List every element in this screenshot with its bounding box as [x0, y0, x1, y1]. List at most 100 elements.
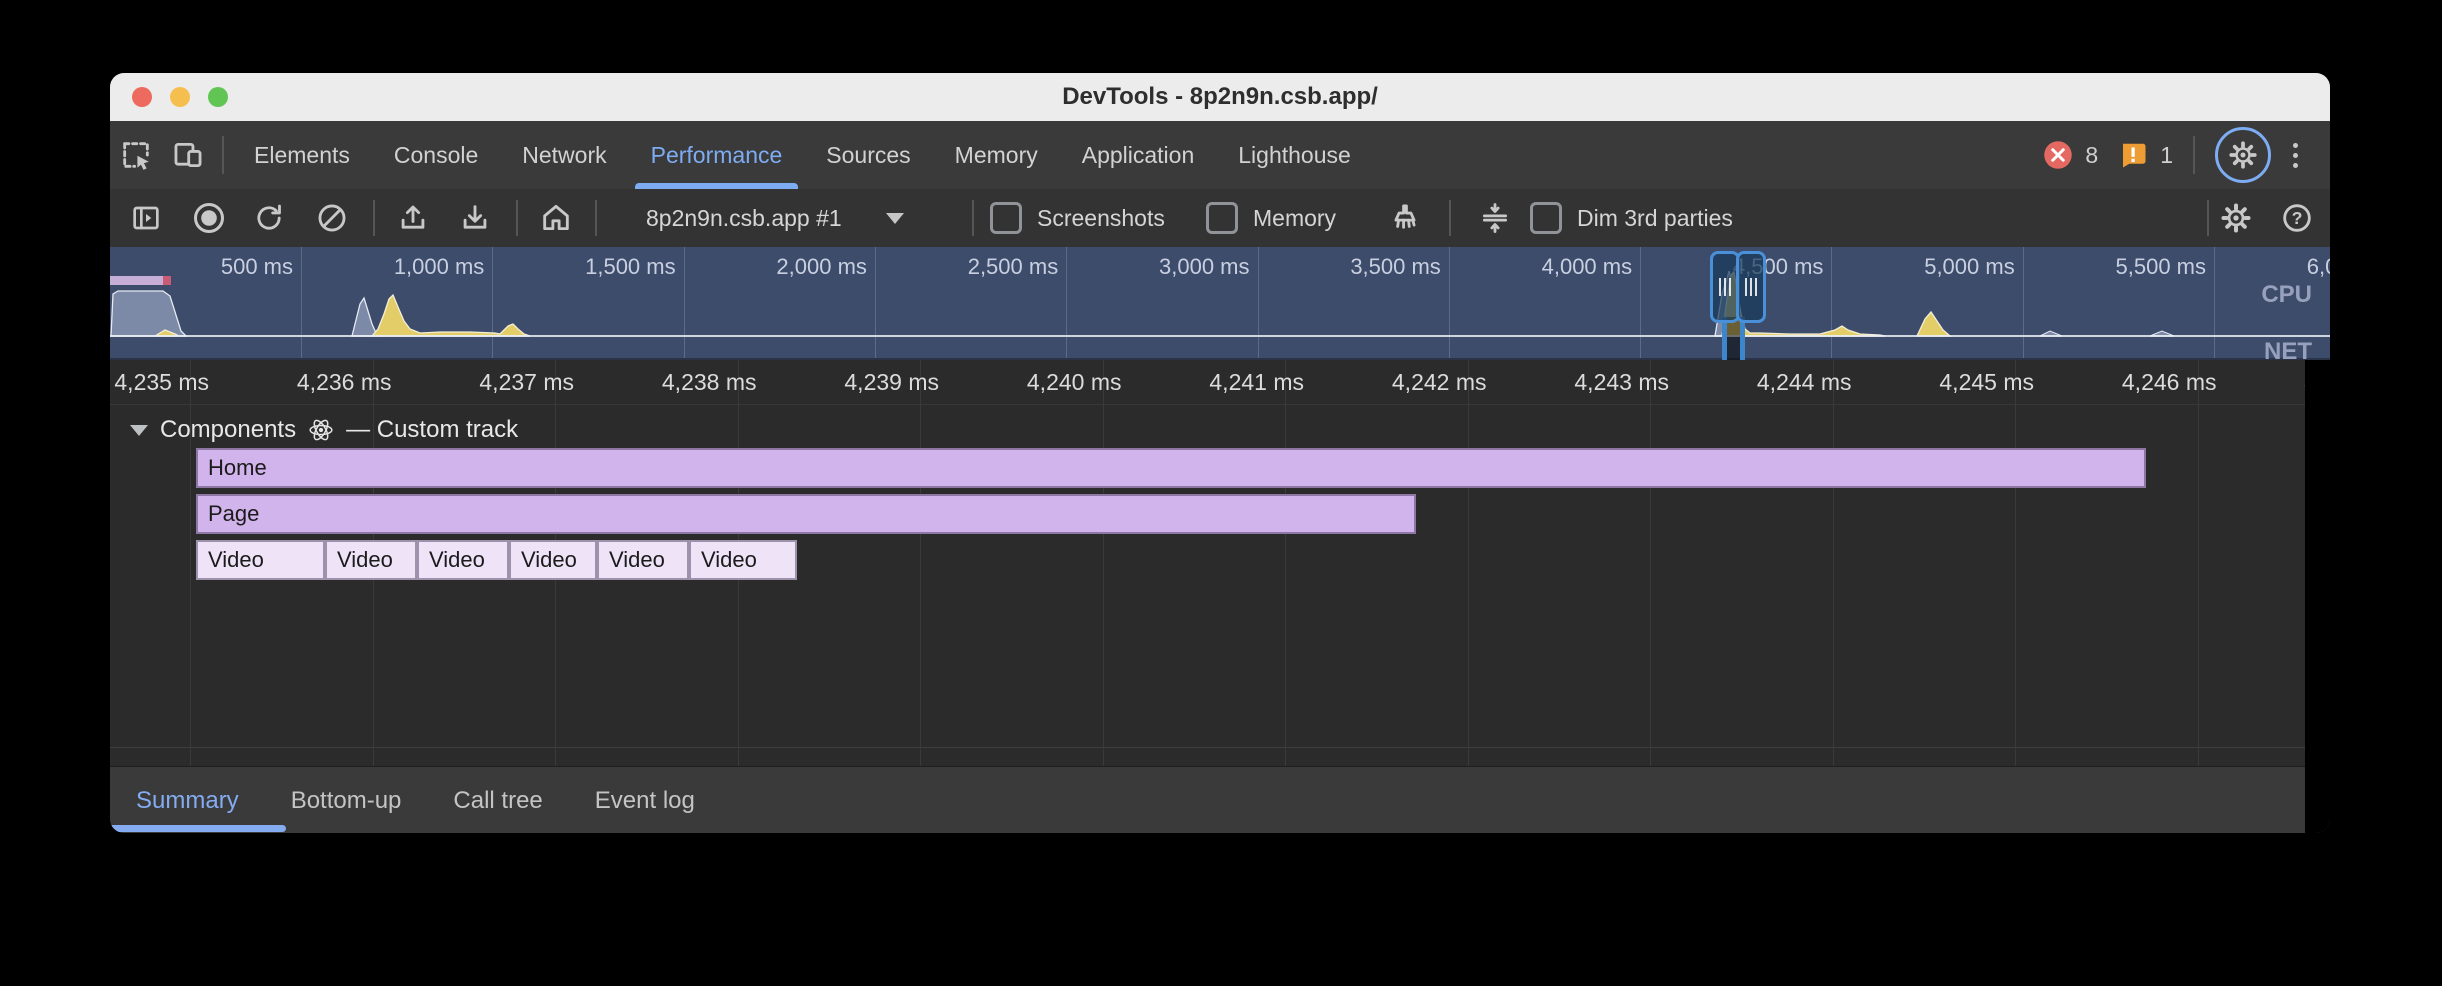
- main-tabs: ElementsConsoleNetworkPerformanceSources…: [232, 121, 1373, 189]
- screenshots-checkbox[interactable]: Screenshots: [990, 189, 1165, 247]
- overview-tick-label: 4,000 ms: [1542, 254, 1633, 280]
- collapse-shortcuts-icon[interactable]: [1473, 196, 1517, 240]
- flame-bar-home[interactable]: Home: [196, 448, 2146, 488]
- divider: [222, 136, 224, 174]
- target-selector-label: 8p2n9n.csb.app #1: [646, 205, 842, 232]
- ruler-tick-label: 4,235 ms: [114, 369, 209, 396]
- track-bottom-line: [110, 747, 2330, 748]
- detail-gridline: [1103, 360, 1104, 766]
- flame-bar-label: Video: [691, 547, 757, 573]
- bottom-tab-event-log[interactable]: Event log: [569, 767, 721, 833]
- detail-gridline: [1650, 360, 1651, 766]
- help-icon[interactable]: ?: [2275, 196, 2319, 240]
- cpu-lane-label: CPU: [2261, 281, 2312, 309]
- close-button[interactable]: [132, 87, 152, 107]
- selection-shade: [1727, 317, 1740, 360]
- ruler-tick-label: 4,240 ms: [1027, 369, 1122, 396]
- issue-badge-icon[interactable]: [2118, 140, 2148, 170]
- detail-gridline: [1285, 360, 1286, 766]
- flame-bar-video[interactable]: Video: [325, 540, 417, 580]
- zoom-button[interactable]: [208, 87, 228, 107]
- selection-right-line: [1740, 317, 1745, 360]
- detail-gridline: [1833, 360, 1834, 766]
- toggle-sidebar-icon[interactable]: [124, 196, 168, 240]
- right-gutter: [2305, 360, 2330, 833]
- record-icon[interactable]: [187, 196, 231, 240]
- flame-bar-video[interactable]: Video: [417, 540, 509, 580]
- active-tab-underline: [110, 825, 286, 832]
- overview-tick-label: 2,000 ms: [776, 254, 867, 280]
- overview-tick-label: 1,500 ms: [585, 254, 676, 280]
- tab-performance[interactable]: Performance: [629, 121, 805, 189]
- flame-bar-video[interactable]: Video: [689, 540, 797, 580]
- inspect-element-icon[interactable]: [110, 121, 162, 189]
- target-selector-dropdown[interactable]: 8p2n9n.csb.app #1: [646, 189, 904, 247]
- bottom-tab-summary[interactable]: Summary: [110, 767, 265, 833]
- overview-timeline[interactable]: CPU NET 500 ms 1,000 ms 1,500 ms 2,000 ms 2,…: [110, 247, 2330, 360]
- minimize-button[interactable]: [170, 87, 190, 107]
- divider: [1449, 200, 1451, 236]
- flame-bar-video[interactable]: Video: [509, 540, 597, 580]
- error-count: 8: [2085, 142, 2098, 169]
- detail-gridline: [1468, 360, 1469, 766]
- devtools-window: DevTools - 8p2n9n.csb.app/ ElementsConso…: [110, 73, 2330, 833]
- flame-bar-video[interactable]: Video: [597, 540, 689, 580]
- download-profile-icon[interactable]: [453, 196, 497, 240]
- flame-bar-page[interactable]: Page: [196, 494, 1416, 534]
- net-lane-label: NET: [2264, 338, 2312, 360]
- overview-tick-label: 2,500 ms: [968, 254, 1059, 280]
- overview-tick-label: 1,000 ms: [394, 254, 485, 280]
- ruler-tick-label: 4,245 ms: [1939, 369, 2034, 396]
- bottom-tab-call-tree[interactable]: Call tree: [427, 767, 568, 833]
- selection-handle-right[interactable]: [1736, 251, 1766, 323]
- ruler-tick-label: 4,236 ms: [297, 369, 392, 396]
- tab-elements[interactable]: Elements: [232, 121, 372, 189]
- tab-lighthouse[interactable]: Lighthouse: [1216, 121, 1373, 189]
- tab-sources[interactable]: Sources: [804, 121, 932, 189]
- ruler-tick-label: 4,241 ms: [1209, 369, 1304, 396]
- upload-profile-icon[interactable]: [391, 196, 435, 240]
- tab-application[interactable]: Application: [1060, 121, 1217, 189]
- overview-tick-label: 3,500 ms: [1350, 254, 1441, 280]
- bottom-tab-bottom-up[interactable]: Bottom-up: [265, 767, 428, 833]
- detail-gridline: [2198, 360, 2199, 766]
- gc-broom-icon[interactable]: [1383, 196, 1427, 240]
- divider: [373, 200, 375, 236]
- screen: DevTools - 8p2n9n.csb.app/ ElementsConso…: [0, 0, 2442, 986]
- checkbox-box[interactable]: [1530, 202, 1562, 234]
- flame-bar-video[interactable]: Video: [196, 540, 325, 580]
- device-toolbar-icon[interactable]: [162, 121, 214, 189]
- performance-toolbar: 8p2n9n.csb.app #1 Screenshots Memory: [110, 189, 2330, 248]
- ruler-tick-label: 4,243 ms: [1574, 369, 1669, 396]
- checkbox-box[interactable]: [1206, 202, 1238, 234]
- flame-bar-label: Page: [198, 501, 259, 527]
- memory-checkbox[interactable]: Memory: [1206, 189, 1336, 247]
- components-track-header[interactable]: Components — Custom track: [130, 416, 518, 444]
- flame-bar-label: Video: [599, 547, 665, 573]
- divider: [2207, 200, 2209, 236]
- tab-memory[interactable]: Memory: [933, 121, 1060, 189]
- overview-tick-label: 5,000 ms: [1924, 254, 2015, 280]
- tab-console[interactable]: Console: [372, 121, 500, 189]
- track-name: Components: [160, 416, 296, 444]
- settings-gear-icon[interactable]: [2215, 127, 2271, 183]
- reload-record-icon[interactable]: [247, 196, 291, 240]
- ruler-underline: [110, 404, 2330, 405]
- clear-icon[interactable]: [310, 196, 354, 240]
- disclosure-triangle-icon[interactable]: [130, 425, 148, 436]
- ruler-tick-label: 4,237 ms: [479, 369, 574, 396]
- timeline-detail-area[interactable]: Components — Custom track HomePageVideoV…: [110, 360, 2330, 766]
- tab-network[interactable]: Network: [500, 121, 628, 189]
- error-badge-icon[interactable]: [2043, 140, 2073, 170]
- dim-3rd-parties-checkbox[interactable]: Dim 3rd parties: [1530, 189, 1733, 247]
- ruler-tick-label: 4,239 ms: [844, 369, 939, 396]
- capture-settings-gear-icon[interactable]: [2214, 196, 2258, 240]
- checkbox-box[interactable]: [990, 202, 1022, 234]
- overview-tick-label: 500 ms: [221, 254, 293, 280]
- home-icon[interactable]: [534, 196, 578, 240]
- divider: [2193, 136, 2195, 174]
- kebab-menu-icon[interactable]: [2283, 143, 2308, 168]
- overview-tick-label: 3,000 ms: [1159, 254, 1250, 280]
- window-title: DevTools - 8p2n9n.csb.app/: [1062, 83, 1378, 111]
- divider: [972, 200, 974, 236]
